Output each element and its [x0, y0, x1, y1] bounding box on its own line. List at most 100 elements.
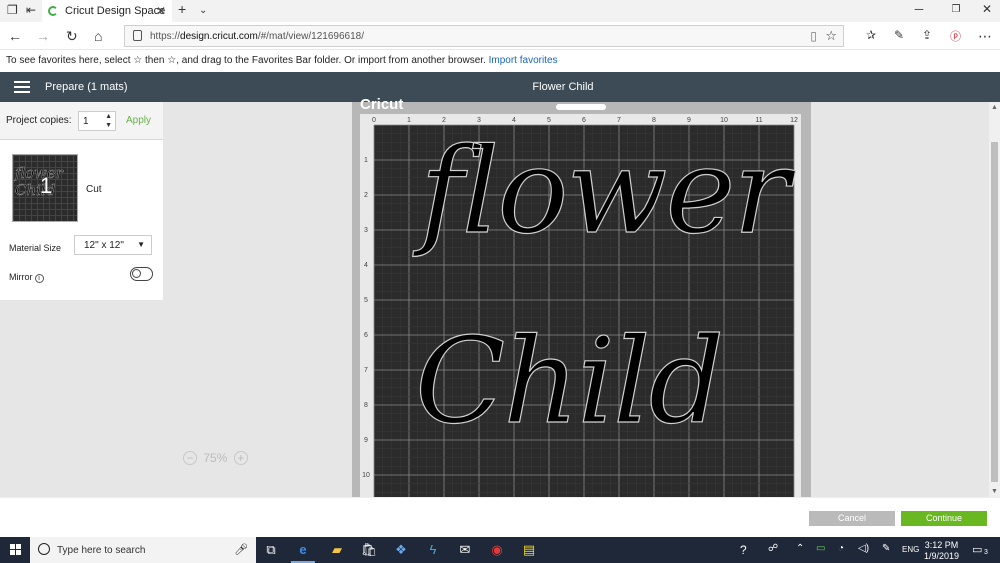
favorite-star-icon[interactable]: ☆	[825, 28, 837, 44]
mat-column-tick: 0	[372, 117, 376, 124]
address-bar[interactable]: https://design.cricut.com/#/mat/view/121…	[124, 25, 844, 47]
browser-nav-bar: ← → ↻ ⌂ https://design.cricut.com/#/mat/…	[0, 22, 1000, 50]
scroll-up-icon[interactable]: ▲	[991, 104, 998, 111]
clock-date: 1/9/2019	[924, 551, 960, 561]
reading-view-icon[interactable]: ▯	[810, 29, 817, 43]
more-menu-icon[interactable]: ⋯	[978, 28, 992, 45]
app-header: Prepare (1 mats) Flower Child	[0, 72, 1000, 102]
cancel-button[interactable]: Cancel	[809, 511, 895, 526]
project-copies-value: 1	[83, 116, 89, 127]
taskbar-search-box[interactable]: Type here to search 🎤︎	[30, 537, 256, 563]
zoom-control: − 75% +	[183, 450, 248, 470]
new-tab-icon[interactable]: +	[178, 1, 186, 17]
mat-list-item: flower Child 1 Cut Material Size 12" x 12…	[0, 140, 163, 300]
store-icon[interactable]: 🛍︎	[360, 541, 378, 559]
tab-list-chevron-icon[interactable]: ⌄	[199, 5, 207, 16]
zoom-in-icon[interactable]: +	[233, 450, 248, 465]
battery-icon[interactable]: ▭	[816, 543, 825, 554]
lock-icon	[133, 30, 142, 41]
favorites-hub-icon[interactable]: ✰	[866, 28, 876, 42]
design-text-flower: flower	[412, 122, 796, 260]
action-center-icon[interactable]: ▭	[972, 543, 982, 556]
mat-column-tick: 12	[790, 117, 798, 124]
mat-row-tick: 6	[364, 332, 368, 339]
share-icon[interactable]: ⇪	[922, 28, 932, 42]
minimize-icon[interactable]: ─	[904, 2, 934, 20]
mat-row-tick: 7	[364, 367, 368, 374]
dropbox-icon[interactable]: ❖	[392, 541, 410, 559]
restore-icon[interactable]: ❐	[941, 4, 971, 22]
mat-surface: 0 1 2 3 4 5 6 7 8 9 10 11 12 1 2 3 4 5 6 7 8 9 10 flower Child	[360, 114, 801, 497]
microphone-icon[interactable]: 🎤︎	[234, 543, 248, 556]
language-indicator[interactable]: ENG	[902, 545, 919, 554]
close-tab-icon[interactable]: ✕	[156, 4, 166, 18]
mat-thumbnail[interactable]: flower Child 1	[12, 154, 78, 222]
edge-browser-icon[interactable]: e	[294, 541, 312, 559]
home-icon[interactable]: ⌂	[94, 28, 102, 44]
mail-icon[interactable]: ✉	[456, 541, 474, 559]
browser-title-bar: ❐ ⇤ Cricut Design Space ✕ + ⌄ ─ ❐ ✕	[0, 0, 1000, 22]
forward-arrow-icon[interactable]: →	[36, 28, 50, 44]
copies-stepper-icon[interactable]: ▲ ▼	[105, 112, 112, 130]
web-note-icon[interactable]: ✎	[894, 28, 904, 42]
pen-ink-icon[interactable]: ✎	[882, 543, 890, 554]
cricut-app-icon[interactable]: ϟ	[424, 541, 442, 559]
sticky-notes-icon[interactable]: ▤	[520, 541, 538, 559]
mat-canvas-area: 0 1 2 3 4 5 6 7 8 9 10 11 12 1 2 3 4 5 6 7 8 9 10 flower Child…	[163, 96, 1000, 497]
browser-tab-active[interactable]: Cricut Design Space ✕	[42, 0, 172, 22]
bottom-action-bar: Cancel Continue	[0, 497, 1000, 537]
apply-button[interactable]: Apply	[126, 115, 151, 126]
project-title: Flower Child	[532, 81, 594, 93]
scrollbar-thumb[interactable]	[991, 142, 998, 482]
clock-time: 3:12 PM	[924, 540, 959, 550]
material-size-select[interactable]: 12" x 12" ▼	[74, 235, 152, 255]
taskbar-search-placeholder: Type here to search	[57, 545, 146, 556]
project-copies-input[interactable]: 1 ▲ ▼	[78, 111, 116, 131]
mat-row-tick: 5	[364, 297, 368, 304]
mat-row-tick: 10	[362, 472, 370, 479]
material-size-value: 12" x 12"	[84, 240, 124, 251]
windows-taskbar: Type here to search 🎤︎ ⧉ e ▰ 🛍︎ ❖ ϟ ✉ ◉ …	[0, 537, 1000, 563]
window-close-icon[interactable]: ✕	[972, 2, 1000, 20]
left-panel: Project copies: 1 ▲ ▼ Apply flower Child 1…	[0, 102, 163, 497]
design-space-app-icon[interactable]: ◉	[488, 541, 506, 559]
caret-down-icon: ▼	[137, 240, 145, 249]
mat-mode-label: Cut	[86, 184, 102, 195]
tray-chevron-up-icon[interactable]: ⌃	[796, 543, 804, 554]
volume-icon[interactable]: ◁)	[858, 543, 869, 554]
mat-handle	[556, 104, 606, 110]
import-favorites-link[interactable]: Import favorites	[489, 55, 558, 66]
mat-row-tick: 1	[364, 157, 368, 164]
mirror-toggle-knob	[132, 269, 141, 278]
mat-row-tick: 4	[364, 262, 368, 269]
back-arrow-icon[interactable]: ←	[8, 28, 22, 44]
taskbar-clock[interactable]: 3:12 PM 1/9/2019	[924, 540, 959, 562]
zoom-out-icon[interactable]: −	[183, 450, 197, 465]
windows-start-icon[interactable]	[10, 544, 22, 556]
wifi-icon[interactable]: ◔	[838, 543, 844, 554]
pinterest-extension-icon[interactable]: ⓟ	[950, 28, 961, 44]
cutting-mat: 0 1 2 3 4 5 6 7 8 9 10 11 12 1 2 3 4 5 6 7 8 9 10 flower Child…	[352, 96, 811, 497]
tab-manager-icon[interactable]: ❐	[7, 3, 18, 17]
favorites-hint-text: To see favorites here, select ☆ then ☆, …	[6, 55, 486, 66]
refresh-icon[interactable]: ↻	[66, 28, 78, 45]
info-icon[interactable]: i	[34, 274, 44, 283]
vertical-scrollbar[interactable]: ▲ ▼	[989, 102, 1000, 497]
mat-grid-svg: 0 1 2 3 4 5 6 7 8 9 10 11 1212345678910 flower Child	[362, 117, 799, 497]
mat-brand-logo: Cricut	[360, 96, 404, 113]
cricut-favicon-icon	[48, 6, 58, 16]
scroll-down-icon[interactable]: ▼	[991, 488, 998, 495]
project-copies-row: Project copies: 1 ▲ ▼ Apply	[0, 102, 163, 140]
help-icon[interactable]: ?	[740, 543, 747, 557]
people-icon[interactable]: ☍	[768, 543, 778, 554]
cortana-icon	[38, 543, 50, 555]
notification-count: 3	[984, 549, 988, 556]
file-explorer-icon[interactable]: ▰	[328, 541, 346, 559]
continue-button[interactable]: Continue	[901, 511, 987, 526]
mat-row-tick: 2	[364, 192, 368, 199]
task-view-icon[interactable]: ⧉	[262, 541, 280, 559]
back-tabs-icon[interactable]: ⇤	[26, 3, 36, 17]
mirror-toggle[interactable]	[130, 267, 153, 281]
mat-row-tick: 8	[364, 402, 368, 409]
zoom-value: 75%	[203, 450, 228, 465]
